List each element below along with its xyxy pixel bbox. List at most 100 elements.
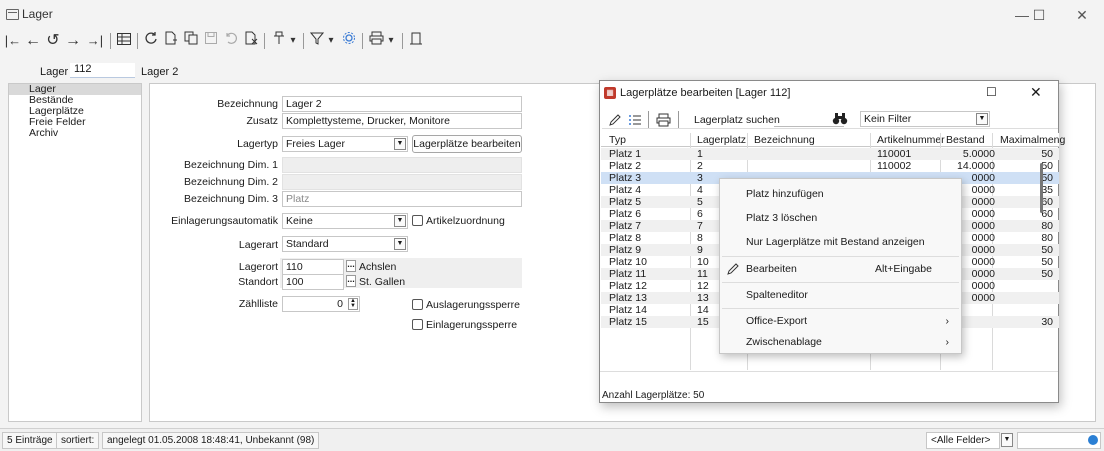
lagerort-lookup-button[interactable]: ... — [346, 260, 356, 272]
pencil-icon[interactable] — [608, 113, 622, 130]
standort-lookup-button[interactable]: ... — [346, 275, 356, 287]
chevron-down-icon[interactable]: ▼ — [1001, 433, 1013, 447]
table-cell-platz: 5 — [697, 196, 703, 208]
column-header[interactable]: Maximalmeng — [1000, 133, 1065, 147]
delete-record-icon[interactable] — [242, 30, 260, 52]
filter-settings-icon[interactable] — [340, 30, 358, 52]
print-icon[interactable] — [366, 30, 386, 52]
copy-record-icon[interactable] — [182, 30, 200, 52]
table-cell-max: 50 — [1041, 160, 1053, 172]
new-record-icon[interactable] — [162, 30, 180, 52]
einlagerungsautomatik-select[interactable]: Keine ▼ — [282, 213, 408, 229]
lagerart-select[interactable]: Standard ▼ — [282, 236, 408, 252]
toolbar-separator — [137, 33, 138, 49]
app-icon — [6, 9, 19, 20]
print-dropdown-icon[interactable]: ▾ — [386, 30, 396, 52]
toolbar-separator — [648, 111, 649, 128]
table-row[interactable]: Platz 1 1 110001 5.0000 50 — [601, 148, 1059, 160]
menu-item-only-stock[interactable]: Nur Lagerplätze mit Bestand anzeigen — [720, 232, 961, 252]
dialog-app-icon: ▦ — [604, 87, 616, 99]
layout-icon[interactable] — [407, 30, 425, 52]
einlagerungssperre-checkbox[interactable] — [412, 319, 423, 330]
lagerart-label: Lagerart — [238, 239, 278, 251]
lager-number-input[interactable]: 112 — [70, 63, 135, 78]
dim1-field[interactable] — [282, 157, 522, 173]
menu-item-office-export[interactable]: Office-Export › — [720, 311, 961, 331]
column-header[interactable]: Typ — [609, 133, 626, 147]
table-cell-max: 50 — [1041, 148, 1053, 160]
binoculars-icon[interactable] — [832, 112, 848, 128]
menu-item-column-editor[interactable]: Spalteneditor — [720, 285, 961, 305]
menu-item-label: Spalteneditor — [746, 289, 808, 301]
table-cell-platz: 10 — [697, 256, 709, 268]
column-header[interactable]: Bestand — [946, 133, 985, 147]
menu-item-clipboard[interactable]: Zwischenablage › — [720, 332, 961, 352]
zaehlliste-stepper[interactable]: 0 ▲ ▼ — [282, 296, 360, 312]
table-cell-bestand: 0000 — [971, 292, 995, 304]
dialog-toolbar: Lagerplatz suchen Kein Filter ▼ — [602, 111, 1058, 129]
chevron-down-icon[interactable]: ▼ — [394, 238, 406, 250]
table-cell-typ: Platz 6 — [609, 208, 642, 220]
table-view-icon[interactable] — [115, 30, 133, 52]
filter-select[interactable]: Kein Filter ▼ — [860, 111, 990, 127]
table-cell-platz: 3 — [697, 172, 703, 184]
column-header[interactable]: Artikelnummer — [877, 133, 945, 147]
next-record-icon[interactable]: → — [64, 30, 82, 52]
search-field[interactable] — [1017, 432, 1101, 449]
last-record-icon[interactable]: →| — [84, 30, 106, 52]
table-cell-max: 50 — [1041, 256, 1053, 268]
bezeichnung-field[interactable]: Lager 2 — [282, 96, 522, 112]
lagerort-field[interactable]: 110 — [282, 259, 344, 275]
undo-icon[interactable] — [222, 30, 240, 52]
table-cell-typ: Platz 9 — [609, 244, 642, 256]
refresh-icon[interactable] — [142, 30, 160, 52]
field-select[interactable]: <Alle Felder> — [926, 432, 1000, 449]
lager-name: Lager 2 — [141, 66, 179, 78]
bezeichnung-label: Bezeichnung — [217, 98, 278, 110]
column-header[interactable]: Lagerplatz — [697, 133, 746, 147]
history-icon[interactable]: ↺ — [44, 30, 62, 52]
filter-icon[interactable] — [308, 30, 326, 52]
column-header[interactable]: Bezeichnung — [754, 133, 815, 147]
lagerplaetze-bearbeiten-button[interactable]: Lagerplätze bearbeiten — [412, 135, 522, 153]
table-cell-typ: Platz 2 — [609, 160, 642, 172]
prev-record-icon[interactable]: ← — [24, 30, 42, 52]
chevron-down-icon[interactable]: ▼ — [394, 138, 406, 150]
dialog-maximize-button[interactable]: ☐ — [986, 85, 997, 99]
chevron-down-icon[interactable]: ▼ — [976, 113, 988, 125]
toolbar-separator — [678, 111, 679, 128]
table-row[interactable]: Platz 2 2 110002 14.0000 50 — [601, 160, 1059, 172]
menu-item-edit[interactable]: Bearbeiten Alt+Eingabe — [720, 259, 961, 279]
spinner-icon[interactable]: ▲ ▼ — [348, 298, 358, 310]
table-cell-max: 50 — [1041, 244, 1053, 256]
grid-scrollbar[interactable] — [1040, 163, 1043, 213]
menu-item-label: Platz hinzufügen — [746, 188, 824, 200]
pin-dropdown-icon[interactable]: ▾ — [288, 30, 298, 52]
print-icon[interactable] — [656, 113, 671, 130]
pin-icon[interactable] — [270, 30, 288, 52]
lagertyp-select[interactable]: Freies Lager ▼ — [282, 136, 408, 152]
first-record-icon[interactable]: |← — [4, 30, 22, 52]
list-icon[interactable] — [628, 113, 642, 130]
dim3-field[interactable]: Platz — [282, 191, 522, 207]
pencil-icon — [726, 262, 740, 283]
dialog-close-button[interactable]: ✕ — [1030, 84, 1042, 101]
search-icon[interactable] — [1088, 435, 1098, 445]
standort-field[interactable]: 100 — [282, 274, 344, 290]
close-button[interactable]: ✕ — [1060, 3, 1104, 27]
maximize-button[interactable]: ☐ — [1017, 3, 1061, 27]
table-cell-bestand: 0000 — [971, 184, 995, 196]
table-cell-bestand: 0000 — [971, 208, 995, 220]
menu-item-delete[interactable]: Platz 3 löschen — [720, 208, 961, 228]
filter-dropdown-icon[interactable]: ▾ — [326, 30, 336, 52]
dim2-field[interactable] — [282, 174, 522, 190]
save-icon[interactable] — [202, 30, 220, 52]
auslagerungssperre-checkbox[interactable] — [412, 299, 423, 310]
lagertyp-value: Freies Lager — [286, 138, 345, 150]
chevron-down-icon[interactable]: ▼ — [394, 215, 406, 227]
zusatz-field[interactable]: Komplettysteme, Drucker, Monitore — [282, 113, 522, 129]
menu-item-add[interactable]: Platz hinzufügen — [720, 184, 961, 204]
artikelzuordnung-checkbox[interactable] — [412, 215, 423, 226]
sidebar-item-archiv[interactable]: Archiv — [9, 128, 141, 139]
table-cell-bestand: 0000 — [971, 232, 995, 244]
